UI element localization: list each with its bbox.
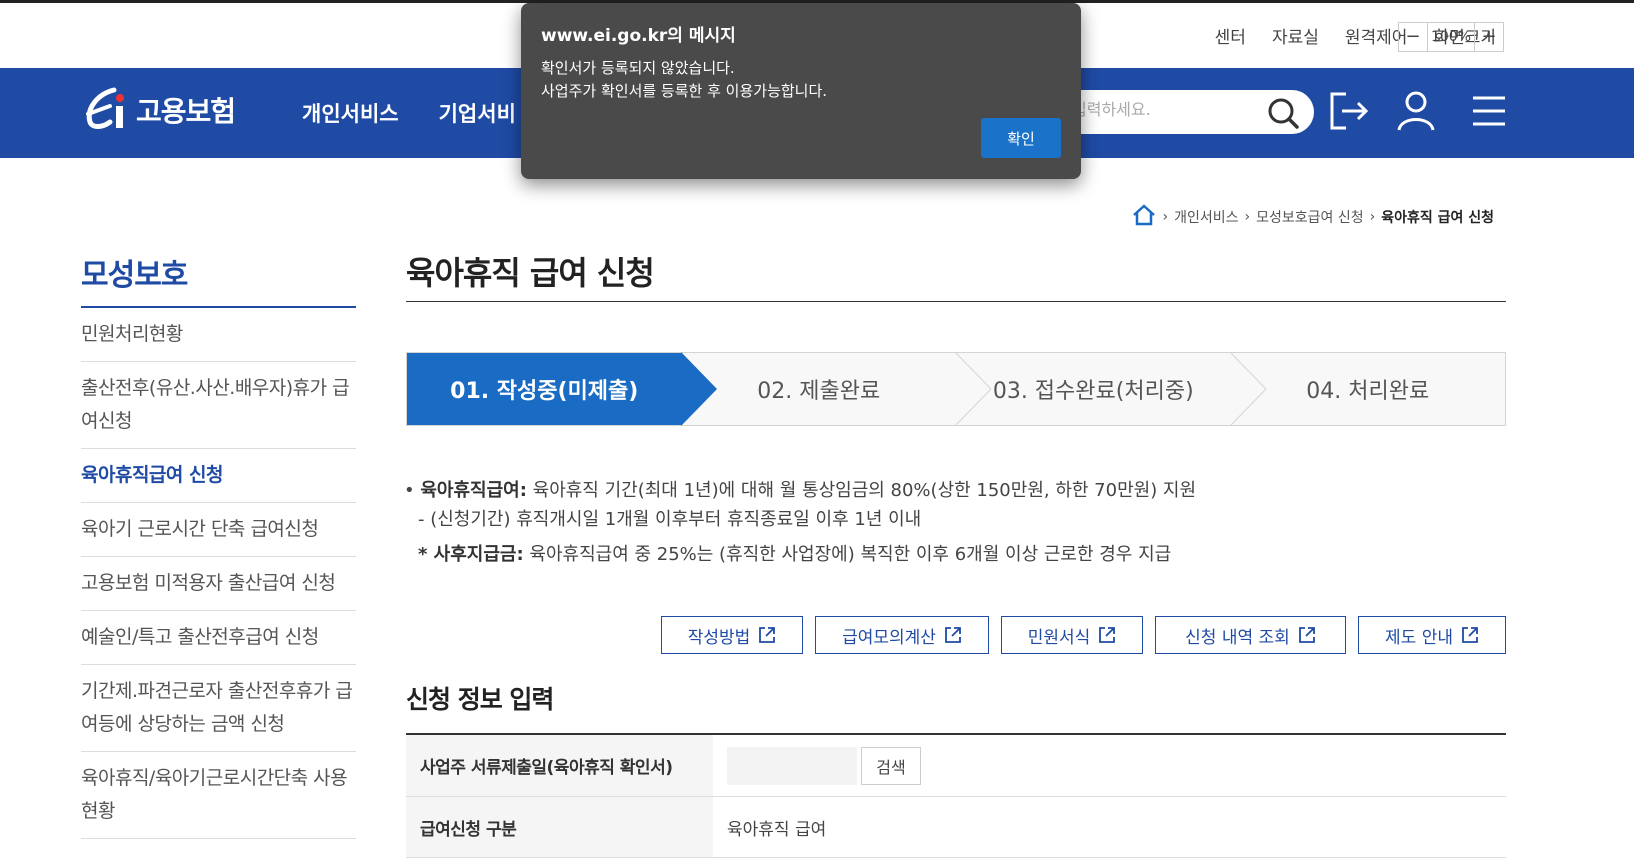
benefit-simulation-button[interactable]: 급여모의계산 <box>815 616 989 654</box>
document-date-field[interactable] <box>727 746 857 785</box>
search-button[interactable]: 검색 <box>861 746 921 785</box>
side-nav-item-active[interactable]: 육아휴직급여 신청 <box>81 449 356 503</box>
side-nav-item[interactable]: 기간제.파견근로자 출산전후휴가 급여등에 상당하는 금액 신청 <box>81 665 356 752</box>
step-label: 02. 제출완료 <box>757 379 881 404</box>
step-arrow-icon <box>1229 352 1266 426</box>
util-link-library[interactable]: 자료실 <box>1272 23 1319 48</box>
dialog-message-line: 사업주가 확인서를 등록한 후 이용가능합니다. <box>541 82 828 100</box>
ei-logo-icon <box>80 84 132 136</box>
step-arrow-icon <box>680 352 717 426</box>
zoom-in-button[interactable]: + <box>1475 23 1503 51</box>
form-value: 육아휴직 급여 <box>727 819 827 840</box>
info-bullet-1: • 육아휴직급여: 육아휴직 기간(최대 1년)에 대해 월 통상임금의 80%… <box>404 480 1197 501</box>
system-guide-button[interactable]: 제도 안내 <box>1358 616 1506 654</box>
info-bullet-2: - (신청기간) 휴직개시일 1개월 이후부터 휴직종료일 이후 1년 이내 <box>418 509 922 530</box>
button-label: 작성방법 <box>687 627 751 648</box>
form-row-benefit-type: 급여신청 구분 육아휴직 급여 <box>406 797 1506 858</box>
alert-dialog: www.ei.go.kr의 메시지 확인서가 등록되지 않았습니다. 사업주가 … <box>521 3 1081 179</box>
info-text: 육아휴직 기간(최대 1년)에 대해 월 통상임금의 80%(상한 150만원,… <box>526 480 1197 501</box>
page-title: 육아휴직 급여 신청 <box>406 254 655 292</box>
section-title: 신청 정보 입력 <box>406 685 554 714</box>
gnb-item-business[interactable]: 기업서비 <box>439 98 516 128</box>
breadcrumb-item[interactable]: 개인서비스 <box>1174 207 1238 227</box>
side-navigation: 모성보호 민원처리현황 출산전후(유산.사산.배우자)휴가 급여신청 육아휴직급… <box>81 250 356 839</box>
zoom-control: − 100% + <box>1398 22 1504 52</box>
step-2: 02. 제출완료 <box>682 352 991 426</box>
form-label: 급여신청 구분 <box>406 797 713 857</box>
step-arrow-icon <box>955 352 991 426</box>
button-label: 신청 내역 조회 <box>1185 627 1290 648</box>
button-label: 제도 안내 <box>1385 627 1453 648</box>
info-text: 육아휴직급여 중 25%는 (휴직한 사업장에) 복직한 이후 6개월 이상 근… <box>523 544 1172 565</box>
gnb-menu: 개인서비스 기업서비 <box>302 98 516 128</box>
menu-icon[interactable] <box>1467 88 1513 134</box>
external-link-icon <box>1099 627 1116 643</box>
side-nav-item[interactable]: 예술인/특고 출산전후급여 신청 <box>81 611 356 665</box>
step-label: 03. 접수완료(처리중) <box>992 379 1194 404</box>
side-nav-item[interactable]: 민원처리현황 <box>81 308 356 362</box>
info-label: 육아휴직급여: <box>420 480 527 501</box>
external-link-icon <box>1298 627 1315 643</box>
progress-steps: 01. 작성중(미제출) 02. 제출완료 03. 접수완료(처리중) 04. … <box>406 352 1506 426</box>
step-1: 01. 작성중(미제출) <box>407 352 717 426</box>
zoom-out-button[interactable]: − <box>1399 23 1427 51</box>
button-label: 민원서식 <box>1027 627 1091 648</box>
application-history-button[interactable]: 신청 내역 조회 <box>1155 616 1346 654</box>
gnb-item-personal[interactable]: 개인서비스 <box>302 98 399 128</box>
info-bullet-3: * 사후지급금: 육아휴직급여 중 25%는 (휴직한 사업장에) 복직한 이후… <box>404 540 1196 569</box>
site-logo[interactable]: 고용보험 <box>80 84 236 136</box>
search-input[interactable] <box>1072 100 1262 119</box>
action-buttons: 작성방법 급여모의계산 민원서식 신청 내역 조회 제도 안내 <box>661 616 1506 654</box>
form-value: 검색 <box>713 735 1506 796</box>
write-guide-button[interactable]: 작성방법 <box>661 616 803 654</box>
side-nav-item[interactable]: 육아휴직/육아기근로시간단축 사용 현황 <box>81 752 356 839</box>
external-link-icon <box>1462 627 1478 643</box>
step-3: 03. 접수완료(처리중) <box>956 352 1266 426</box>
title-divider <box>406 301 1506 302</box>
logo-text: 고용보험 <box>136 95 236 128</box>
util-link-center[interactable]: 센터 <box>1215 23 1246 48</box>
side-nav-item[interactable]: 고용보험 미적용자 출산급여 신청 <box>81 557 356 611</box>
external-link-icon <box>759 627 776 643</box>
chevron-right-icon: › <box>1162 209 1169 225</box>
dialog-message-line: 확인서가 등록되지 않았습니다. <box>541 59 735 77</box>
step-label: 04. 처리완료 <box>1306 379 1430 404</box>
dialog-ok-button[interactable]: 확인 <box>981 118 1061 158</box>
dialog-message: 확인서가 등록되지 않았습니다. 사업주가 확인서를 등록한 후 이용가능합니다… <box>541 57 827 103</box>
user-icon[interactable] <box>1393 88 1439 134</box>
step-label: 01. 작성중(미제출) <box>450 379 639 404</box>
side-nav-item[interactable]: 육아기 근로시간 단축 급여신청 <box>81 503 356 557</box>
dialog-title: www.ei.go.kr의 메시지 <box>541 26 736 46</box>
search-icon[interactable] <box>1266 96 1300 130</box>
external-link-icon <box>945 627 961 643</box>
button-label: 급여모의계산 <box>842 627 936 648</box>
breadcrumb-item[interactable]: 모성보호급여 신청 <box>1256 207 1364 227</box>
side-nav-item[interactable]: 출산전후(유산.사산.배우자)휴가 급여신청 <box>81 362 356 449</box>
search-box <box>1050 90 1314 134</box>
chevron-right-icon: › <box>1244 209 1251 225</box>
form-row-document-date: 사업주 서류제출일(육아휴직 확인서) 검색 <box>406 735 1506 797</box>
logout-icon[interactable] <box>1326 88 1372 134</box>
chevron-right-icon: › <box>1369 209 1376 225</box>
home-icon[interactable] <box>1132 204 1156 230</box>
side-nav-title: 모성보호 <box>81 250 356 308</box>
zoom-value: 100% <box>1427 23 1475 51</box>
breadcrumb: › 개인서비스 › 모성보호급여 신청 › 육아휴직 급여 신청 <box>1132 204 1494 230</box>
step-4: 04. 처리완료 <box>1231 353 1506 425</box>
breadcrumb-current: 육아휴직 급여 신청 <box>1381 210 1494 226</box>
form-label: 사업주 서류제출일(육아휴직 확인서) <box>406 735 713 796</box>
civil-forms-button[interactable]: 민원서식 <box>1001 616 1143 654</box>
info-text-block: • 육아휴직급여: 육아휴직 기간(최대 1년)에 대해 월 통상임금의 80%… <box>404 476 1196 569</box>
info-label: * 사후지급금: <box>418 544 524 565</box>
